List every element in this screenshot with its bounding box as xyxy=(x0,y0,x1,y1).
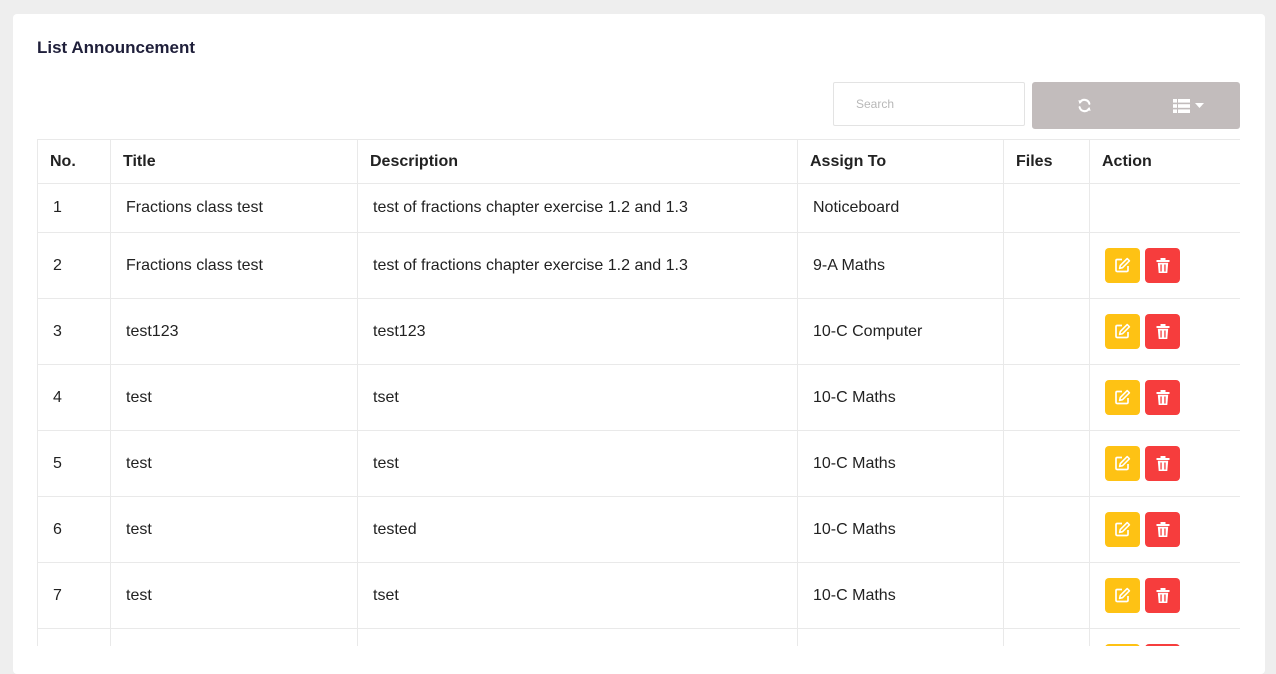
cell-description: test of fractions chapter exercise 1.2 a… xyxy=(357,232,798,299)
cell-assign-to: 10-C Maths xyxy=(797,562,1004,629)
delete-button[interactable] xyxy=(1145,314,1180,349)
header-title[interactable]: Title xyxy=(110,139,358,184)
delete-button[interactable] xyxy=(1145,512,1180,547)
cell-assign-to: 10-C Maths xyxy=(797,496,1004,563)
cell-files xyxy=(1003,628,1090,646)
cell-title: Fractions class test xyxy=(110,183,358,233)
announcement-table: No. Title Description Assign To Files Ac… xyxy=(37,139,1240,646)
table-row: 2 Fractions class test test of fractions c… xyxy=(37,232,1240,299)
header-files[interactable]: Files xyxy=(1003,139,1090,184)
edit-icon xyxy=(1115,257,1131,273)
table-header-row: No. Title Description Assign To Files Ac… xyxy=(37,139,1240,184)
edit-icon xyxy=(1115,323,1131,339)
cell-action xyxy=(1089,232,1240,299)
delete-button[interactable] xyxy=(1145,248,1180,283)
delete-button[interactable] xyxy=(1145,380,1180,415)
cell-title: test xyxy=(110,562,358,629)
table-row: 4 test tset 10-C Maths xyxy=(37,364,1240,431)
cell-files xyxy=(1003,298,1090,365)
table-row: 5 test test 10-C Maths xyxy=(37,430,1240,497)
page-title: List Announcement xyxy=(37,38,196,57)
edit-icon xyxy=(1115,587,1131,603)
edit-icon xyxy=(1115,521,1131,537)
cell-description: test of fractions chapter exercise 1.2 a… xyxy=(357,183,798,233)
trash-icon xyxy=(1156,389,1169,405)
trash-icon xyxy=(1156,455,1169,471)
cell-files xyxy=(1003,562,1090,629)
cell-description: tset xyxy=(357,562,798,629)
delete-button[interactable] xyxy=(1145,446,1180,481)
cell-no: 3 xyxy=(37,298,111,365)
edit-button[interactable] xyxy=(1105,512,1140,547)
cell-assign-to: 10-C Maths xyxy=(797,430,1004,497)
delete-button[interactable] xyxy=(1145,578,1180,613)
cell-description: tset xyxy=(357,364,798,431)
cell-action xyxy=(1089,628,1240,646)
caret-down-icon xyxy=(1194,102,1204,108)
cell-action xyxy=(1089,183,1240,233)
announcement-table-wrapper: No. Title Description Assign To Files Ac… xyxy=(37,139,1240,646)
cell-title: Fractions class test xyxy=(110,232,358,299)
cell-action xyxy=(1089,364,1240,431)
cell-action xyxy=(1089,430,1240,497)
cell-action xyxy=(1089,562,1240,629)
cell-no: 7 xyxy=(37,562,111,629)
cell-assign-to: 10-C Maths xyxy=(797,364,1004,431)
cell-no: 1 xyxy=(37,183,111,233)
table-row: 3 test123 test123 10-C Computer xyxy=(37,298,1240,365)
cell-assign-to: Noticeboard xyxy=(797,183,1004,233)
edit-button[interactable] xyxy=(1105,446,1140,481)
table-row: 6 test tested 10-C Maths xyxy=(37,496,1240,563)
table-row: 7 test tset 10-C Maths xyxy=(37,562,1240,629)
cell-no: 6 xyxy=(37,496,111,563)
cell-no: 4 xyxy=(37,364,111,431)
cell-files xyxy=(1003,364,1090,431)
table-row xyxy=(37,628,1240,646)
cell-files xyxy=(1003,183,1090,233)
edit-button[interactable] xyxy=(1105,314,1140,349)
cell-no: 2 xyxy=(37,232,111,299)
cell-action xyxy=(1089,496,1240,563)
cell-no xyxy=(37,628,111,646)
cell-description: test xyxy=(357,430,798,497)
edit-button[interactable] xyxy=(1105,380,1140,415)
cell-title: test xyxy=(110,496,358,563)
announcement-card: List Announcement Search No. Title Descr… xyxy=(13,14,1265,674)
search-input[interactable] xyxy=(833,82,1025,126)
columns-dropdown-button[interactable] xyxy=(1136,82,1240,129)
edit-button[interactable] xyxy=(1105,248,1140,283)
edit-button[interactable] xyxy=(1105,578,1140,613)
table-row: 1 Fractions class test test of fractions c… xyxy=(37,183,1240,233)
header-no[interactable]: No. xyxy=(37,139,111,184)
header-action: Action xyxy=(1089,139,1240,184)
cell-action xyxy=(1089,298,1240,365)
header-assign-to[interactable]: Assign To xyxy=(797,139,1004,184)
trash-icon xyxy=(1156,323,1169,339)
list-columns-icon xyxy=(1172,98,1190,113)
trash-icon xyxy=(1156,587,1169,603)
cell-title: test xyxy=(110,364,358,431)
cell-description xyxy=(357,628,798,646)
edit-icon xyxy=(1115,455,1131,471)
trash-icon xyxy=(1156,521,1169,537)
cell-files xyxy=(1003,430,1090,497)
cell-title xyxy=(110,628,358,646)
cell-assign-to: 9-A Maths xyxy=(797,232,1004,299)
cell-no: 5 xyxy=(37,430,111,497)
cell-files xyxy=(1003,232,1090,299)
refresh-icon xyxy=(1077,98,1091,113)
refresh-button[interactable] xyxy=(1032,82,1136,129)
cell-description: tested xyxy=(357,496,798,563)
table-toolbar xyxy=(1032,82,1240,129)
trash-icon xyxy=(1156,257,1169,273)
cell-assign-to xyxy=(797,628,1004,646)
cell-title: test123 xyxy=(110,298,358,365)
header-description[interactable]: Description xyxy=(357,139,798,184)
cell-files xyxy=(1003,496,1090,563)
cell-assign-to: 10-C Computer xyxy=(797,298,1004,365)
cell-title: test xyxy=(110,430,358,497)
edit-icon xyxy=(1115,389,1131,405)
cell-description: test123 xyxy=(357,298,798,365)
